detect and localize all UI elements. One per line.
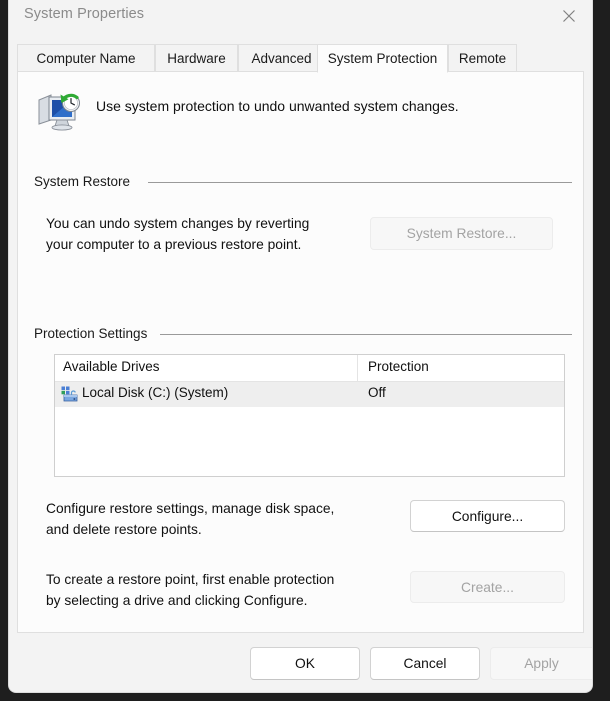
- list-header-row: Available Drives Protection: [55, 355, 564, 382]
- configure-button[interactable]: Configure...: [410, 500, 565, 532]
- button-label: System Restore...: [406, 226, 517, 241]
- available-drives-list[interactable]: Available Drives Protection Local Disk (…: [54, 354, 565, 477]
- system-restore-description: You can undo system changes by reverting…: [46, 216, 310, 252]
- cell-protection-status: Off: [368, 385, 386, 400]
- tab-label: Advanced: [251, 50, 312, 66]
- apply-button[interactable]: Apply: [490, 647, 592, 680]
- ok-button[interactable]: OK: [250, 647, 360, 680]
- group-label-system-restore: System Restore: [34, 174, 139, 189]
- button-label: Cancel: [403, 656, 447, 671]
- group-label-protection-settings: Protection Settings: [34, 326, 156, 341]
- button-label: Create...: [461, 579, 514, 595]
- tab-label: Remote: [458, 50, 507, 66]
- tab-remote[interactable]: Remote: [448, 44, 517, 72]
- cell-drive-name: Local Disk (C:) (System): [82, 385, 229, 400]
- column-header-protection[interactable]: Protection: [368, 359, 429, 374]
- tab-hardware[interactable]: Hardware: [155, 44, 238, 72]
- cancel-button[interactable]: Cancel: [370, 647, 480, 680]
- button-label: OK: [295, 656, 315, 671]
- tab-computer-name[interactable]: Computer Name: [17, 44, 155, 72]
- tab-advanced[interactable]: Advanced: [238, 44, 325, 72]
- close-button[interactable]: [546, 0, 592, 32]
- table-row[interactable]: Local Disk (C:) (System) Off: [55, 382, 564, 407]
- configure-description: Configure restore settings, manage disk …: [46, 501, 335, 537]
- system-restore-button[interactable]: System Restore...: [370, 217, 553, 250]
- create-description: To create a restore point, first enable …: [46, 572, 335, 608]
- button-label: Apply: [524, 656, 559, 671]
- group-rule-protection-settings: [160, 334, 572, 335]
- system-properties-dialog: System Properties Computer Name Hardware…: [8, 0, 593, 693]
- tab-strip: Computer Name Hardware Advanced System P…: [9, 44, 592, 73]
- tab-label: Computer Name: [36, 50, 136, 66]
- title-bar: System Properties: [9, 0, 592, 32]
- hard-drive-icon: [61, 386, 79, 403]
- tab-content-system-protection: Use system protection to undo unwanted s…: [17, 71, 584, 633]
- header-description: Use system protection to undo unwanted s…: [96, 98, 459, 114]
- window-title: System Properties: [24, 6, 145, 22]
- tab-system-protection[interactable]: System Protection: [317, 44, 448, 73]
- close-icon: [561, 8, 577, 24]
- tab-label: Hardware: [167, 50, 226, 66]
- group-rule-system-restore: [148, 182, 572, 183]
- tab-label: System Protection: [327, 51, 438, 66]
- button-label: Configure...: [451, 508, 524, 524]
- create-button[interactable]: Create...: [410, 571, 565, 603]
- column-header-available-drives[interactable]: Available Drives: [63, 359, 160, 374]
- dialog-footer: OK Cancel Apply: [9, 633, 592, 691]
- column-separator: [357, 355, 358, 382]
- system-restore-icon: [35, 90, 83, 134]
